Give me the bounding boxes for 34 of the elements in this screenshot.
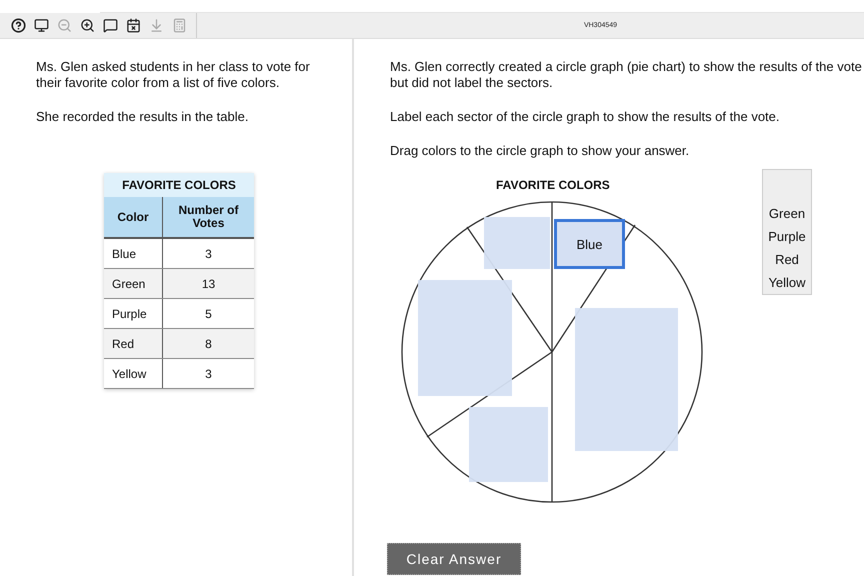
table-cell: 13 bbox=[162, 268, 254, 298]
clear-answer-button[interactable]: Clear Answer bbox=[387, 543, 521, 575]
column-header: Color bbox=[104, 197, 162, 238]
table-cell: 8 bbox=[162, 328, 254, 358]
monitor-icon[interactable] bbox=[33, 17, 50, 34]
instruction-text: Label each sector of the circle graph to show the results of the vote. bbox=[390, 109, 780, 125]
drop-zone[interactable] bbox=[418, 280, 512, 396]
color-choice[interactable]: Purple bbox=[768, 229, 806, 244]
table-cell: Green bbox=[104, 268, 162, 298]
filled-drop-zone[interactable]: Blue bbox=[554, 219, 625, 269]
drop-zone[interactable] bbox=[575, 308, 678, 451]
graph-title: FAVORITE COLORS bbox=[496, 178, 610, 192]
question-text: Ms. Glen asked students in her class to vote for their favorite color from a list of five colors. bbox=[36, 59, 311, 91]
column-header: Number of Votes bbox=[162, 197, 254, 238]
table-cell: 3 bbox=[162, 358, 254, 388]
table-cell: Yellow bbox=[104, 358, 162, 388]
table-title: FAVORITE COLORS bbox=[104, 173, 254, 197]
notepad-icon[interactable] bbox=[125, 17, 142, 34]
instruction-text: Drag colors to the circle graph to show your answer. bbox=[390, 143, 690, 159]
drop-zone[interactable] bbox=[469, 407, 548, 482]
table-cell: 3 bbox=[162, 238, 254, 268]
speech-bubble-icon[interactable] bbox=[102, 17, 119, 34]
table-cell: Purple bbox=[104, 298, 162, 328]
drop-zone[interactable] bbox=[484, 217, 550, 269]
instruction-text: Ms. Glen correctly created a circle graph (pie chart) to show the results of the vote but did not label the sectors. bbox=[390, 59, 863, 91]
help-icon[interactable] bbox=[10, 17, 27, 34]
table-cell: Blue bbox=[104, 238, 162, 268]
zoom-in-icon[interactable] bbox=[79, 17, 96, 34]
table-cell: Red bbox=[104, 328, 162, 358]
table-cell: 5 bbox=[162, 298, 254, 328]
color-choice[interactable]: Red bbox=[775, 252, 799, 267]
color-choice[interactable]: Yellow bbox=[768, 275, 806, 290]
color-choice[interactable]: Green bbox=[768, 206, 806, 221]
question-text: She recorded the results in the table. bbox=[36, 109, 250, 125]
